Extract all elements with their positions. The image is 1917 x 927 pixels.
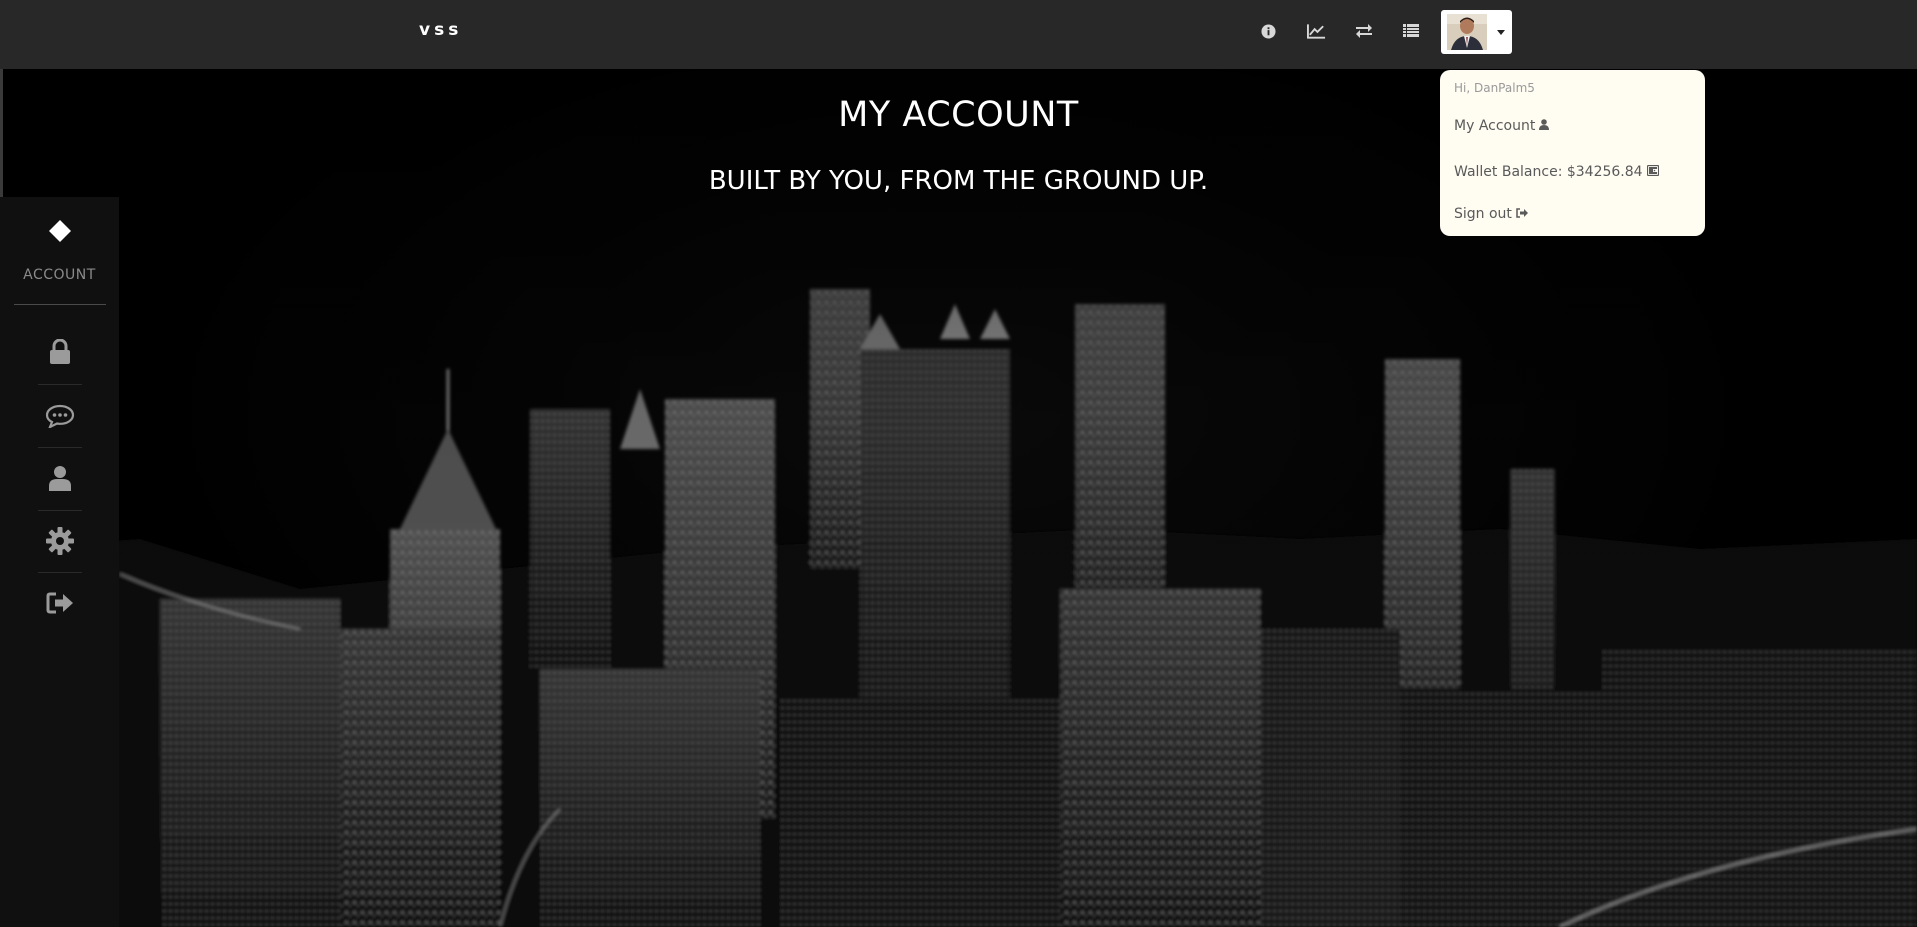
sign-out-label: Sign out — [1454, 206, 1512, 222]
sidebar-item-messages[interactable] — [38, 394, 82, 438]
user-small-icon — [1539, 118, 1550, 134]
sidebar-item-sign-out[interactable] — [38, 581, 82, 625]
user-icon — [49, 466, 71, 491]
sidebar-item-settings[interactable] — [38, 519, 82, 563]
wallet-balance-link[interactable]: Wallet Balance: $34256.84 — [1454, 164, 1659, 180]
diamond-icon[interactable] — [49, 220, 71, 242]
brand-logo[interactable]: vss — [419, 20, 462, 40]
sidebar-separator — [38, 572, 82, 573]
sidebar-separator — [38, 510, 82, 511]
chevron-down-icon — [1497, 30, 1505, 35]
sidebar: ACCOUNT — [0, 197, 119, 927]
sign-out-link[interactable]: Sign out — [1454, 206, 1528, 222]
avatar — [1447, 14, 1487, 50]
user-dropdown-menu: Hi, DanPalm5 My Account Wallet Balance: … — [1440, 70, 1705, 236]
user-menu-button[interactable] — [1441, 10, 1512, 54]
sidebar-section-label: ACCOUNT — [23, 267, 96, 283]
wallet-icon — [1646, 164, 1659, 180]
info-icon[interactable] — [1256, 20, 1280, 42]
sidebar-separator — [38, 384, 82, 385]
page: vss Hi, DanPalm5 My Account Wallet Balan… — [0, 0, 1917, 927]
sign-out-small-icon — [1516, 206, 1528, 222]
chat-bubble-icon — [45, 404, 75, 428]
sidebar-item-profile[interactable] — [38, 456, 82, 500]
exchange-icon[interactable] — [1352, 20, 1376, 42]
wallet-balance-label: Wallet Balance: $34256.84 — [1454, 164, 1643, 180]
sign-out-icon — [46, 592, 73, 614]
list-icon[interactable] — [1399, 20, 1423, 42]
gear-icon — [46, 527, 74, 555]
lock-icon — [50, 339, 70, 364]
line-chart-icon[interactable] — [1304, 20, 1328, 42]
sidebar-separator — [38, 447, 82, 448]
user-greeting: Hi, DanPalm5 — [1454, 81, 1535, 95]
top-navbar: vss — [0, 0, 1917, 69]
my-account-label: My Account — [1454, 118, 1536, 134]
my-account-link[interactable]: My Account — [1454, 118, 1550, 134]
sidebar-item-security[interactable] — [38, 330, 82, 374]
sidebar-divider — [14, 304, 106, 305]
